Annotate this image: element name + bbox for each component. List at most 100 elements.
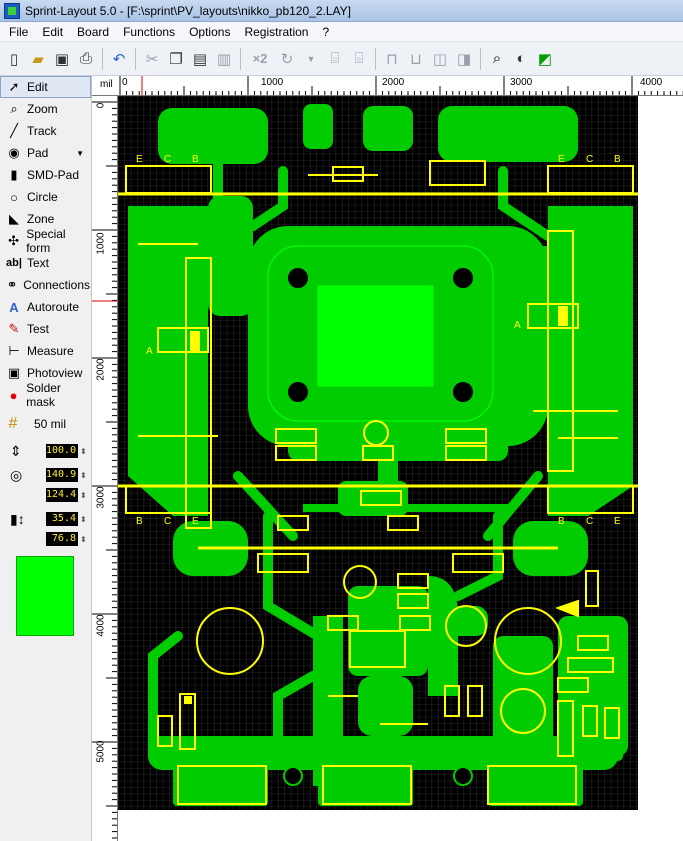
anode-label-right: A: [514, 320, 521, 331]
pad-icon: ◉: [8, 145, 20, 160]
hide-icon[interactable]: ◫: [428, 46, 452, 72]
tool-special-form[interactable]: ✣ Special form: [0, 227, 91, 255]
label-b-top-right: B: [614, 154, 621, 165]
chevron-down-icon[interactable]: ▼: [76, 149, 84, 158]
align-icon[interactable]: ▼: [299, 46, 323, 72]
circle-icon: ○: [10, 189, 18, 205]
grid-label: 50 mil: [34, 417, 67, 431]
contrast-icon[interactable]: ◐: [509, 46, 533, 72]
ruler-label: 2000: [382, 77, 405, 88]
tool-smd-pad[interactable]: ▮ SMD-Pad: [0, 164, 91, 186]
unlock-icon[interactable]: ⊔: [404, 46, 428, 72]
undo-icon[interactable]: ↶: [107, 46, 131, 72]
autoroute-icon: A: [9, 299, 19, 315]
tool-label: Circle: [27, 190, 58, 204]
spinner-icon[interactable]: ⬍: [80, 447, 87, 456]
menu-registration[interactable]: Registration: [237, 22, 315, 42]
ungroup-icon[interactable]: ⌺: [347, 46, 371, 72]
tool-track[interactable]: ╱ Track: [0, 120, 91, 142]
spinner-icon[interactable]: ⬍: [80, 535, 87, 544]
pad-outer-field[interactable]: 140.9: [46, 468, 78, 482]
menu-functions[interactable]: Functions: [116, 22, 182, 42]
ruler-horizontal: mil 0 1000 2000 3000 4000: [92, 76, 683, 96]
ruler-label: 3000: [510, 77, 533, 88]
paste-icon[interactable]: ▤: [188, 46, 212, 72]
window-title: Sprint-Layout 5.0 - [F:\sprint\PV_layout…: [25, 3, 351, 18]
rotate-icon[interactable]: ↻: [275, 46, 299, 72]
tool-zoom[interactable]: ⌕ Zoom: [0, 98, 91, 120]
delete-icon[interactable]: ▥: [212, 46, 236, 72]
measure-icon: ⊢: [8, 343, 20, 358]
label-b-top-left: B: [192, 154, 199, 165]
tool-text[interactable]: ab| Text: [0, 252, 91, 274]
ruler-label: 0: [95, 102, 107, 109]
solder-mask-icon: ●: [9, 387, 18, 403]
pad-inner-field[interactable]: 124.4: [46, 488, 78, 502]
print-icon[interactable]: ⎙: [74, 46, 98, 72]
ruler-vertical: 0 1000 2000 3000 4000 5000: [92, 96, 118, 841]
magnifier-icon: ⌕: [10, 101, 18, 116]
label-e-top-right: E: [558, 154, 565, 165]
tool-label: Track: [27, 124, 57, 138]
smd-width-field[interactable]: 35.4: [46, 512, 78, 526]
tool-label: SMD-Pad: [27, 168, 80, 182]
save-icon[interactable]: ▣: [50, 46, 74, 72]
toolbar: ▯ ▰ ▣ ⎙ ↶ ✂ ❐ ▤ ▥ ×2 ↻ ▼ ⌸ ⌺ ⊓ ⊔ ◫ ◨ ⌕ ◐…: [0, 42, 683, 76]
ruler-label: 4000: [640, 77, 663, 88]
app-icon: [4, 2, 20, 19]
grid-selector[interactable]: # 50 mil: [0, 412, 91, 436]
menu-file[interactable]: File: [2, 22, 35, 42]
label-c-bottom-left: C: [164, 516, 171, 527]
mirror-x2-icon[interactable]: ×2: [245, 46, 275, 72]
track-icon: ╱: [10, 123, 18, 138]
tool-autoroute[interactable]: A Autoroute: [0, 296, 91, 318]
arrow-icon: ➚: [8, 79, 20, 94]
tool-edit[interactable]: ➚ Edit: [0, 76, 91, 98]
pcb-canvas[interactable]: E C B E C B B C E B C E A A: [118, 96, 683, 841]
tool-label: Autoroute: [27, 300, 80, 314]
drc-icon[interactable]: ◩: [533, 46, 557, 72]
label-c-top-left: C: [164, 154, 171, 165]
show-icon[interactable]: ◨: [452, 46, 476, 72]
menu-edit[interactable]: Edit: [35, 22, 70, 42]
tool-test[interactable]: ✎ Test: [0, 318, 91, 340]
pad-size-icon: ◎: [10, 466, 23, 483]
tool-solder-mask[interactable]: ● Solder mask: [0, 381, 91, 409]
title-bar: Sprint-Layout 5.0 - [F:\sprint\PV_layout…: [0, 0, 683, 22]
tool-label: Text: [27, 256, 50, 270]
track-width-row: ⇕ 100.0 ⬍: [0, 442, 91, 460]
tool-circle[interactable]: ○ Circle: [0, 186, 91, 208]
zoom-icon[interactable]: ⌕: [485, 46, 509, 72]
tool-label: Measure: [27, 344, 74, 358]
smd-icon: ▮: [10, 167, 18, 182]
pcb-layout[interactable]: E C B E C B B C E B C E A A: [118, 96, 683, 841]
ruler-label: 4000: [95, 614, 107, 637]
label-e-bottom-right: E: [614, 516, 621, 527]
tool-connections[interactable]: ⚭ Connections: [0, 274, 91, 296]
menu-board[interactable]: Board: [70, 22, 116, 42]
label-e-bottom-left: E: [192, 516, 199, 527]
tool-sidebar: ➚ Edit ⌕ Zoom ╱ Track ◉ Pad ▼ ▮ SMD-Pad …: [0, 76, 92, 841]
spinner-icon[interactable]: ⬍: [80, 491, 87, 500]
ruler-label: 2000: [95, 358, 107, 381]
ruler-unit: mil: [100, 79, 113, 90]
lock-icon[interactable]: ⊓: [380, 46, 404, 72]
tool-label: Zoom: [27, 102, 58, 116]
copy-icon[interactable]: ❐: [164, 46, 188, 72]
spinner-icon[interactable]: ⬍: [80, 471, 87, 480]
zone-icon: ◣: [9, 211, 19, 226]
menu-help[interactable]: ?: [315, 22, 336, 42]
track-width-field[interactable]: 100.0: [46, 444, 78, 458]
label-c-top-right: C: [586, 154, 593, 165]
smd-height-field[interactable]: 76.8: [46, 532, 78, 546]
cut-icon[interactable]: ✂: [140, 46, 164, 72]
layer-color-swatch[interactable]: [16, 556, 74, 636]
menu-options[interactable]: Options: [182, 22, 237, 42]
label-e-top-left: E: [136, 154, 143, 165]
group-icon[interactable]: ⌸: [323, 46, 347, 72]
spinner-icon[interactable]: ⬍: [80, 515, 87, 524]
open-icon[interactable]: ▰: [26, 46, 50, 72]
tool-measure[interactable]: ⊢ Measure: [0, 340, 91, 362]
tool-pad[interactable]: ◉ Pad ▼: [0, 142, 91, 164]
new-icon[interactable]: ▯: [2, 46, 26, 72]
